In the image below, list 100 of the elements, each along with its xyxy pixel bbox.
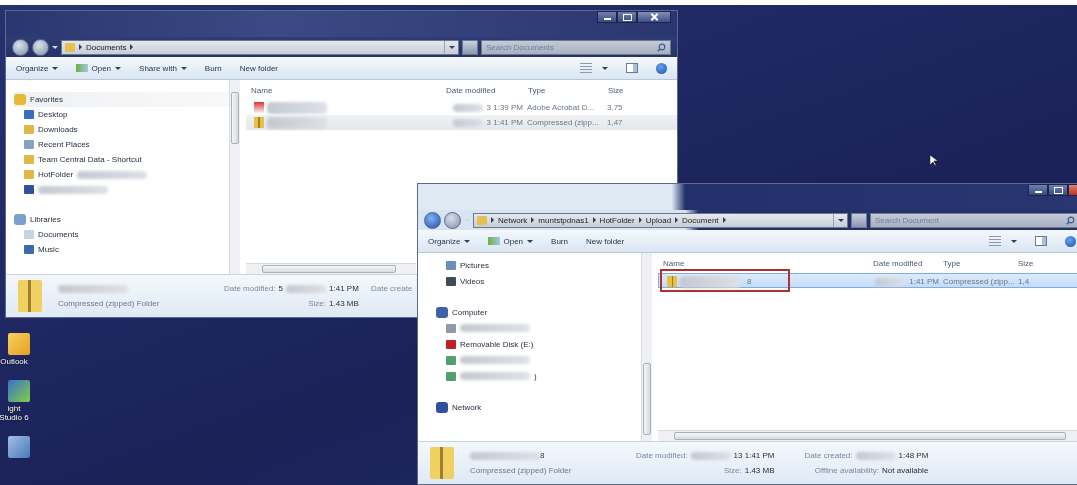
nav-item[interactable]: Favorites	[30, 95, 63, 104]
refresh-button[interactable]	[462, 39, 478, 55]
toolbar-button[interactable]: Organize	[16, 63, 59, 73]
nav-item[interactable]: Network	[452, 402, 482, 412]
detail-label: Date modified:	[636, 451, 688, 460]
column-header[interactable]: Date modified	[868, 258, 938, 268]
minimize-icon[interactable]	[1028, 184, 1048, 196]
file-row[interactable]: 8 1:41 PM Compressed (zipp... 1,4	[658, 273, 1077, 288]
caret-icon[interactable]	[1011, 239, 1017, 243]
breadcrumb-item[interactable]: Network	[498, 215, 528, 225]
file-name: 8	[746, 277, 752, 286]
preview-pane-icon[interactable]	[626, 63, 638, 73]
nav-item[interactable]: Music	[38, 245, 59, 254]
detail-value: 1:48 PM	[898, 451, 929, 460]
refresh-button[interactable]	[851, 212, 867, 228]
blurred-text	[267, 101, 327, 114]
file-icon	[254, 117, 264, 128]
forward-button[interactable]	[444, 211, 461, 229]
caret-icon[interactable]	[602, 66, 608, 70]
chevron-icon[interactable]	[531, 217, 535, 223]
breadcrumb-item[interactable]: HotFolder	[599, 215, 635, 225]
detail-label: Date create	[371, 284, 413, 293]
chevron-icon[interactable]	[79, 44, 82, 50]
preview-pane-icon[interactable]	[1035, 236, 1047, 246]
dropdown-button[interactable]	[833, 213, 844, 227]
back-button[interactable]	[12, 38, 29, 56]
maximize-icon[interactable]	[1048, 184, 1068, 196]
scrollbar[interactable]	[246, 263, 416, 274]
file-type-label: Compressed (zipped) Folder	[58, 298, 161, 308]
blurred-text	[58, 284, 128, 293]
date-cell-text: 1:41 PM	[908, 277, 939, 286]
detail-value: 13 1:41 PM	[733, 451, 775, 460]
column-header[interactable]: Size	[603, 85, 643, 95]
nav-item[interactable]: Recent Places	[38, 140, 90, 149]
chevron-icon[interactable]	[638, 217, 642, 223]
blurred-text	[267, 116, 327, 129]
toolbar-button[interactable]: Burn	[551, 236, 568, 246]
mouse-pointer-icon	[930, 155, 938, 167]
toolbar-button[interactable]: New folder	[585, 236, 625, 246]
search-icon	[657, 42, 666, 52]
desktop-icon-label[interactable]: Outlook	[0, 357, 32, 366]
maximize-icon[interactable]	[617, 11, 637, 23]
back-button[interactable]	[424, 211, 441, 229]
forward-button[interactable]	[32, 38, 49, 56]
desktop-icon-label[interactable]: ight Studio 6	[0, 404, 32, 422]
address-bar[interactable]: Network muntstpdnas1 HotFolder Upload Document	[473, 212, 848, 228]
breadcrumb-item[interactable]: Document	[682, 215, 719, 225]
breadcrumb-item[interactable]: muntstpdnas1	[538, 215, 589, 225]
file-icon	[254, 102, 264, 113]
toolbar-button[interactable]: New folder	[239, 63, 278, 73]
minimize-icon[interactable]	[597, 11, 617, 23]
toolbar-button[interactable]: Share with	[139, 63, 187, 73]
blurred-text	[452, 118, 483, 127]
nav-item[interactable]: Libraries	[30, 215, 61, 224]
scrollbar[interactable]	[658, 430, 1077, 441]
detail-value: 1:41 PM	[329, 284, 359, 293]
column-header[interactable]: Name	[246, 85, 441, 95]
dropdown-button[interactable]	[444, 40, 455, 54]
folder-icon	[477, 215, 487, 225]
toolbar-button[interactable]: Open	[76, 63, 122, 73]
chevron-icon[interactable]	[130, 44, 134, 50]
column-header[interactable]: Name	[658, 258, 868, 268]
chevron-icon[interactable]	[722, 217, 726, 223]
nav-item[interactable]: Videos	[460, 276, 485, 286]
column-header[interactable]: Size	[1013, 258, 1073, 268]
nav-item[interactable]: Documents	[38, 230, 79, 239]
scrollbar[interactable]	[641, 253, 652, 441]
toolbar-button[interactable]: Burn	[204, 63, 222, 73]
nav-item[interactable]: Desktop	[38, 110, 68, 119]
nav-item[interactable]: )	[534, 371, 537, 381]
file-row[interactable]: 3 1:41 PM Compressed (zipp... 1,47	[246, 115, 677, 130]
chevron-icon[interactable]	[491, 217, 494, 223]
breadcrumb-item[interactable]: Upload	[645, 215, 672, 225]
chevron-icon[interactable]	[675, 217, 679, 223]
size-cell-text: 1,4	[1017, 277, 1031, 286]
type-cell-text: Compressed (zipp...	[942, 277, 1014, 286]
detail-label: Size:	[723, 466, 742, 475]
nav-item[interactable]: Downloads	[38, 125, 78, 134]
address-bar[interactable]: Documents	[61, 39, 459, 55]
blurred-text	[452, 103, 483, 112]
detail-value: 5	[278, 284, 284, 293]
detail-label: Offline availability:	[814, 466, 880, 475]
chevron-icon[interactable]	[592, 217, 596, 223]
toolbar-button[interactable]: Organize	[428, 236, 471, 246]
nav-item[interactable]: Removable Disk (E:)	[460, 339, 534, 349]
scrollbar[interactable]	[229, 80, 240, 274]
nav-item[interactable]: HotFolder	[38, 170, 74, 179]
column-header[interactable]: Type	[523, 85, 603, 95]
column-header[interactable]: Date modified	[441, 85, 523, 95]
nav-item[interactable]: Computer	[452, 307, 488, 317]
toolbar-button[interactable]: Open	[488, 236, 534, 246]
zip-folder-icon	[430, 447, 454, 479]
nav-item[interactable]: Team Central Data - Shortcut	[38, 155, 142, 164]
file-row[interactable]: 3 1:39 PM Adobe Acrobat D... 3,75	[246, 100, 677, 115]
file-name: 8	[540, 451, 545, 460]
close-icon[interactable]	[637, 11, 671, 23]
column-header[interactable]: Type	[938, 258, 1013, 268]
detail-label: Date created:	[804, 451, 853, 460]
breadcrumb-item[interactable]: Documents	[86, 42, 127, 52]
nav-item[interactable]: Pictures	[460, 260, 489, 270]
